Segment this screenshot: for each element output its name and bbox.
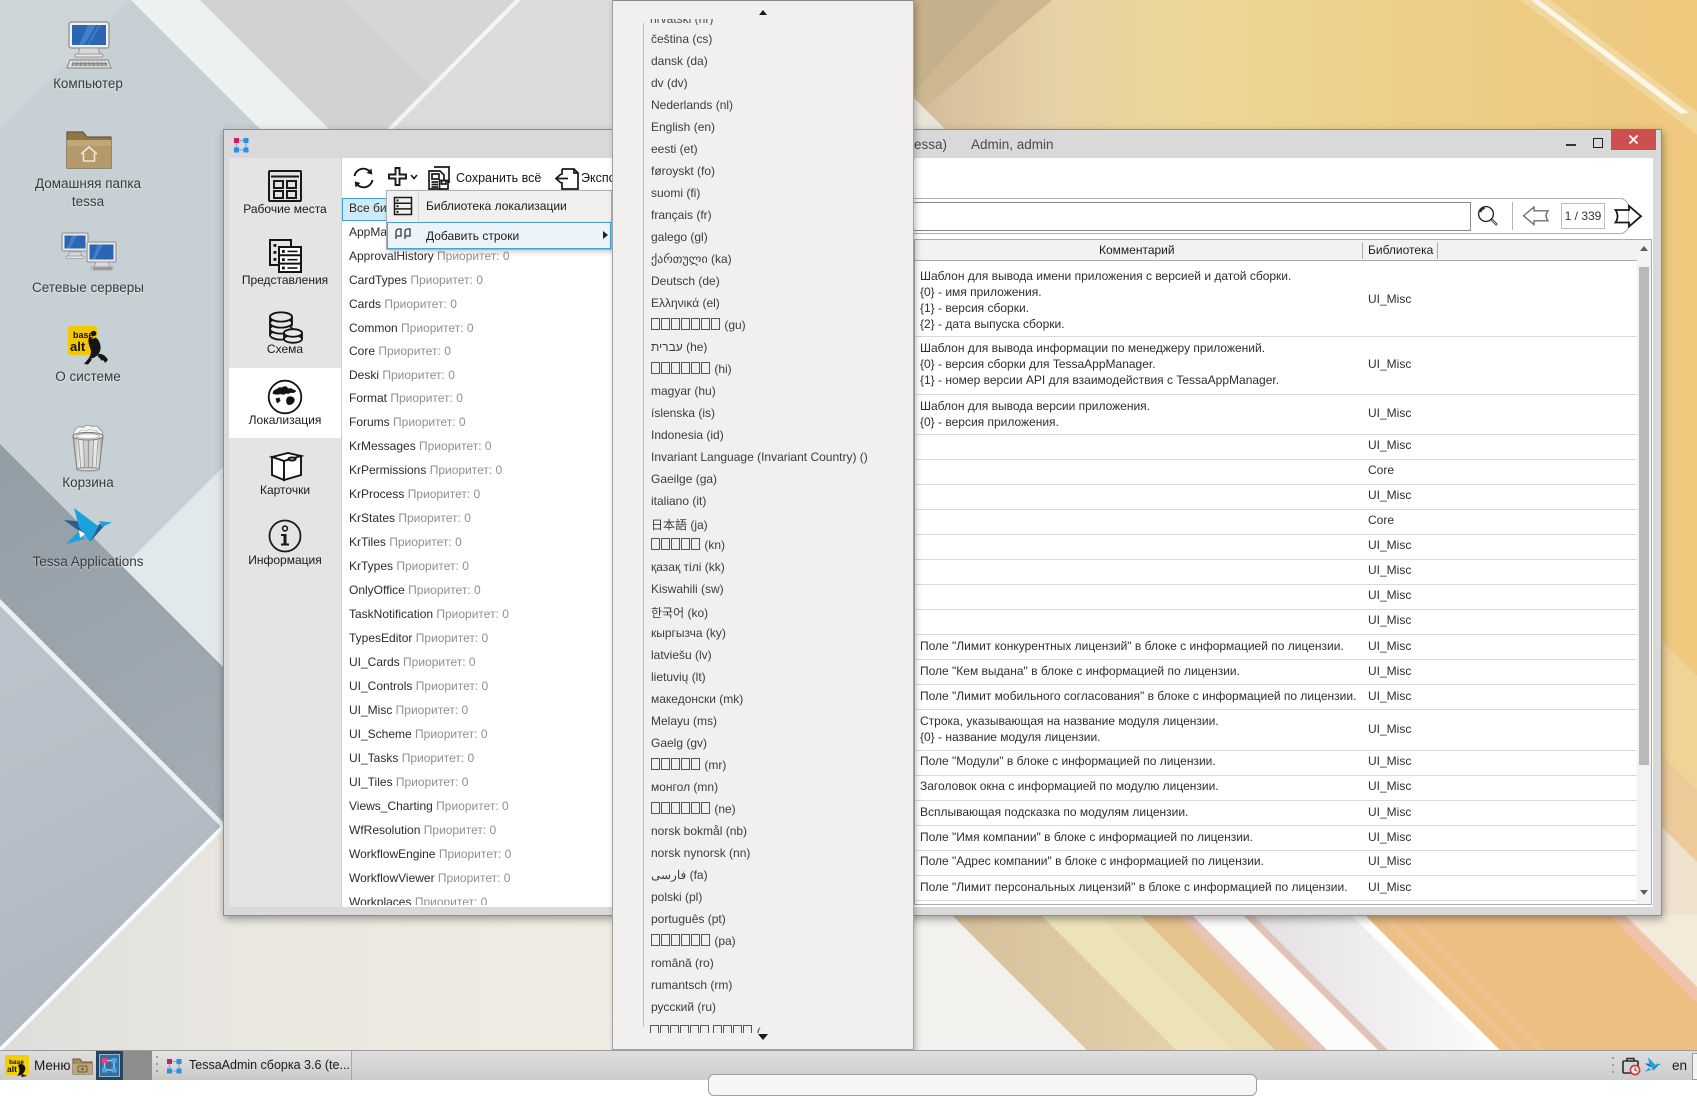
svg-text:alt: alt [70, 339, 86, 354]
svg-text:alt: alt [7, 1064, 17, 1074]
